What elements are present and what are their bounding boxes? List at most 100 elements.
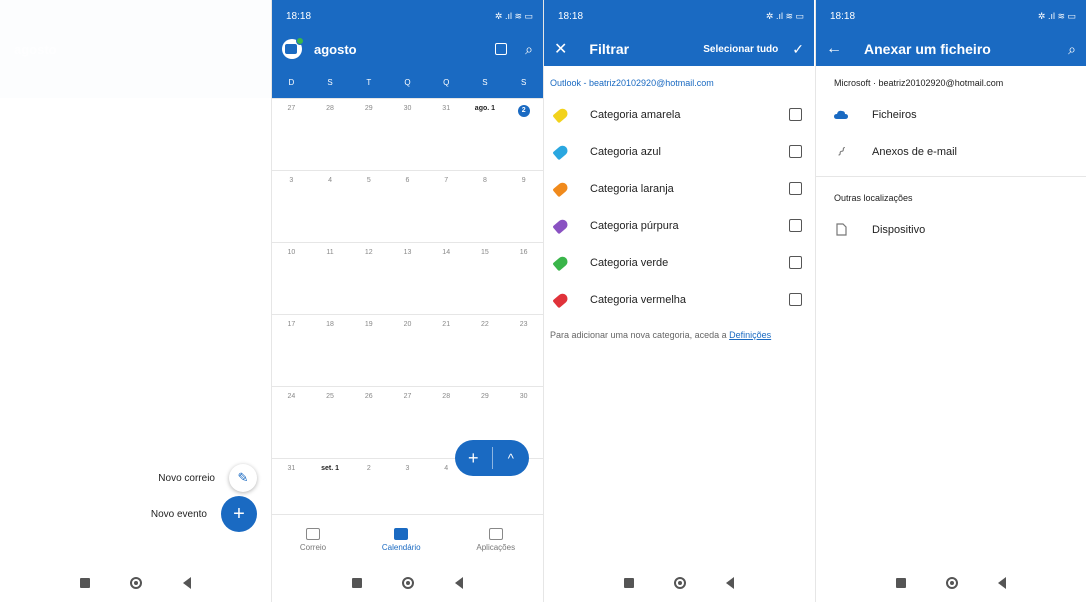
calendar-day-cell[interactable]: 15 [466, 243, 505, 314]
close-icon[interactable]: ✕ [554, 39, 567, 59]
tab-aplicações[interactable]: Aplicações [476, 527, 515, 552]
search-icon[interactable]: ⌕ [1068, 41, 1076, 58]
select-all-button[interactable]: Selecionar tudo [703, 44, 778, 55]
calendar-day-cell[interactable]: 2 [504, 99, 543, 170]
attach-source-item[interactable]: Dispositivo [816, 211, 1086, 248]
category-label: Categoria púrpura [590, 219, 679, 232]
system-nav-bar [816, 564, 1086, 602]
day-number: 25 [326, 393, 334, 400]
day-number: 18 [326, 321, 334, 328]
plus-icon[interactable]: + [455, 448, 492, 469]
back-arrow-icon[interactable]: ← [826, 40, 842, 58]
calendar-day-cell[interactable]: 31 [427, 99, 466, 170]
category-checkbox[interactable] [789, 108, 802, 121]
calendar-day-cell[interactable]: 6 [388, 171, 427, 242]
chevron-up-icon[interactable]: ^ [493, 451, 530, 466]
calendar-day-cell[interactable]: 11 [311, 243, 350, 314]
check-icon[interactable]: ✓ [792, 41, 804, 58]
day-number: 3 [289, 177, 294, 184]
category-checkbox[interactable] [789, 219, 802, 232]
attach-source-item[interactable]: ⌇ Anexos de e-mail [816, 133, 1086, 170]
category-checkbox[interactable] [789, 145, 802, 158]
calendar-day-cell[interactable]: 30 [388, 99, 427, 170]
calendar-day-cell[interactable]: 19 [349, 315, 388, 386]
calendar-day-cell[interactable]: 7 [427, 171, 466, 242]
calendar-day-cell[interactable]: 23 [504, 315, 543, 386]
tab-calendário[interactable]: Calendário [382, 527, 421, 552]
calendar-day-cell[interactable]: 28 [311, 99, 350, 170]
new-event-option[interactable]: Novo evento + [151, 496, 257, 532]
back-icon[interactable] [454, 577, 463, 589]
calendar-day-cell[interactable]: 13 [388, 243, 427, 314]
tag-icon [552, 106, 570, 123]
calendar-day-cell[interactable]: 18 [311, 315, 350, 386]
new-event-fab[interactable]: + ^ [455, 440, 529, 476]
calendar-day-cell[interactable]: 24 [272, 387, 311, 458]
calendar-day-cell[interactable]: 5 [349, 171, 388, 242]
calendar-day-cell[interactable]: 20 [388, 315, 427, 386]
calendar-day-cell[interactable]: 29 [349, 99, 388, 170]
calendar-day-cell[interactable]: 26 [349, 387, 388, 458]
day-number: 23 [519, 321, 528, 328]
calendar-day-cell[interactable]: ago. 1 [466, 99, 505, 170]
category-checkbox[interactable] [789, 293, 802, 306]
calendar-day-cell[interactable]: 10 [272, 243, 311, 314]
back-icon[interactable] [726, 577, 734, 589]
calendar-day-cell[interactable]: 14 [427, 243, 466, 314]
day-number: 13 [403, 249, 412, 256]
calendar-day-cell[interactable]: 16 [504, 243, 543, 314]
today-badge: 2 [517, 105, 530, 117]
calendar-day-cell[interactable]: 21 [427, 315, 466, 386]
recents-icon[interactable] [80, 578, 91, 588]
calendar-day-cell[interactable]: 4 [311, 171, 350, 242]
home-icon[interactable] [402, 577, 415, 589]
back-icon[interactable] [998, 577, 1006, 589]
attach-header: ← Anexar um ficheiro ⌕ [816, 32, 1086, 66]
new-mail-label: Novo correio [158, 472, 215, 484]
category-row[interactable]: Categoria laranja [544, 170, 814, 207]
plus-icon[interactable]: + [221, 496, 257, 532]
category-row[interactable]: Categoria púrpura [544, 207, 814, 244]
day-number: 12 [364, 249, 373, 256]
calendar-day-cell[interactable]: 25 [311, 387, 350, 458]
attach-source-label: Dispositivo [872, 223, 926, 236]
day-number: 28 [442, 393, 451, 400]
category-row[interactable]: Categoria amarela [544, 96, 814, 133]
calendar-day-cell[interactable]: 8 [466, 171, 505, 242]
category-row[interactable]: Categoria verde [544, 244, 814, 281]
category-checkbox[interactable] [789, 182, 802, 195]
home-icon[interactable] [946, 577, 958, 589]
calendar-day-cell[interactable]: 22 [466, 315, 505, 386]
tab-label: Correio [299, 542, 327, 552]
tab-correio[interactable]: Correio [299, 527, 327, 552]
status-bar: 18:18 ✲ .ıl ≋ ▭ [272, 0, 543, 32]
home-icon[interactable] [674, 577, 686, 589]
recents-icon[interactable] [352, 578, 363, 588]
category-row[interactable]: Categoria azul [544, 133, 814, 170]
calendar-view-icon[interactable] [495, 43, 508, 55]
month-title[interactable]: agosto [314, 42, 495, 57]
calendar-day-cell[interactable]: 3 [272, 171, 311, 242]
recents-icon[interactable] [624, 578, 634, 588]
settings-link[interactable]: Definições [729, 330, 771, 340]
avatar[interactable] [282, 37, 304, 59]
search-icon[interactable]: ⌕ [525, 41, 533, 58]
calendar-day-cell[interactable]: 9 [504, 171, 543, 242]
calendar-day-cell[interactable]: 12 [349, 243, 388, 314]
filter-screen: 18:18 ✲ .ıl ≋ ▭ ✕ Filtrar Selecionar tud… [544, 0, 814, 602]
calendar-week-row: 27 28 29 30 31 ago. 1 2 [272, 98, 543, 170]
calendar-day-cell[interactable]: 17 [272, 315, 311, 386]
compose-icon[interactable]: ✎ [229, 464, 257, 492]
calendar-day-cell[interactable]: 27 [272, 99, 311, 170]
new-mail-option[interactable]: Novo correio ✎ [158, 464, 257, 492]
calendar-day-cell[interactable]: 27 [388, 387, 427, 458]
back-icon[interactable] [182, 577, 191, 589]
calendar-screen: 18:18 ✲ .ıl ≋ ▭ agosto ⌕ DSTQQSS 27 28 29 3… [272, 0, 543, 602]
day-number: 20 [403, 321, 412, 328]
attach-source-item[interactable]: Ficheiros [816, 96, 1086, 133]
weekday-label: Q [404, 77, 411, 87]
category-checkbox[interactable] [789, 256, 802, 269]
category-row[interactable]: Categoria vermelha [544, 281, 814, 318]
home-icon[interactable] [130, 577, 143, 589]
recents-icon[interactable] [896, 578, 906, 588]
